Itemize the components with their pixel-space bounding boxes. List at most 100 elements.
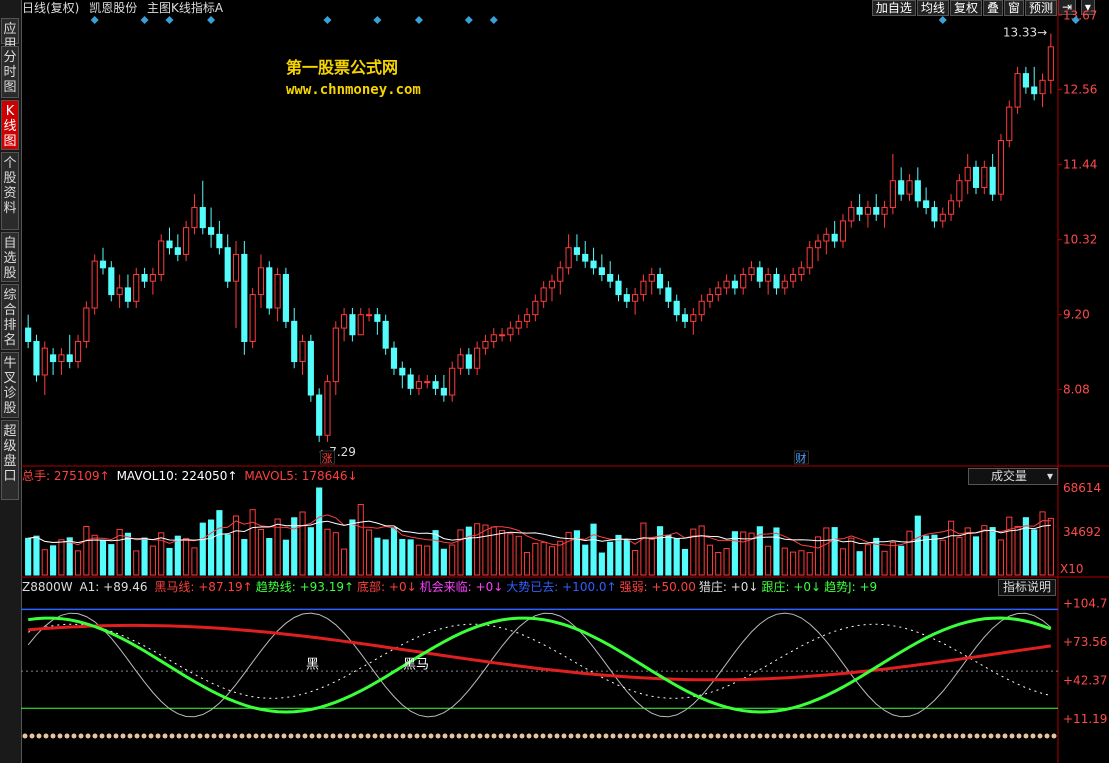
base-dot xyxy=(190,733,196,739)
signal-diamond xyxy=(165,16,174,24)
sidebar-tab-2[interactable]: K线图 xyxy=(1,100,19,150)
base-dot xyxy=(736,733,742,739)
trend-line xyxy=(28,616,1052,714)
base-dot xyxy=(113,733,119,739)
total-volume-label: 总手: 275109↑ xyxy=(22,469,110,483)
base-dot xyxy=(176,733,182,739)
candle-body xyxy=(806,247,813,269)
base-dot xyxy=(841,733,847,739)
candle-body xyxy=(831,233,838,242)
sidebar-tab-5[interactable]: 综合排名 xyxy=(1,284,19,350)
volume-bar xyxy=(133,550,140,576)
volume-bar xyxy=(931,534,938,576)
volume-bar xyxy=(365,529,373,576)
base-dot xyxy=(148,733,154,739)
base-dot xyxy=(1044,733,1050,739)
base-dot xyxy=(239,733,245,739)
candle-body xyxy=(25,327,32,342)
high-price-label: 13.33→ xyxy=(1003,25,1047,39)
base-dot xyxy=(379,733,385,739)
candle-body xyxy=(440,387,447,396)
candle-body xyxy=(715,287,722,296)
base-dot xyxy=(953,733,959,739)
volume-bar xyxy=(507,533,514,576)
candle-body xyxy=(141,274,148,282)
candle-body xyxy=(781,280,788,289)
base-dot xyxy=(498,733,504,739)
volume-bar xyxy=(166,547,173,576)
signal-diamond xyxy=(323,16,332,24)
candle-body xyxy=(41,347,48,376)
candle-body xyxy=(457,354,464,369)
volume-bar xyxy=(790,551,797,576)
base-dot xyxy=(617,733,623,739)
candle-body xyxy=(598,267,605,276)
candle-body xyxy=(765,274,772,282)
base-dot xyxy=(827,733,833,739)
indicator-item-6: 猎庄: +0↓ xyxy=(698,580,759,594)
volume-bar xyxy=(1014,525,1021,576)
candle-body xyxy=(415,381,423,389)
base-dot xyxy=(918,733,924,739)
base-dot xyxy=(491,733,497,739)
sidebar-tab-3[interactable]: 个股资料 xyxy=(1,152,19,230)
candle-body xyxy=(274,274,281,309)
candle-body xyxy=(881,207,888,215)
volume-bar xyxy=(698,525,705,576)
base-dot xyxy=(407,733,413,739)
sidebar-tab-0[interactable]: 应用 xyxy=(1,18,19,52)
sidebar-tab-6[interactable]: 牛叉诊股 xyxy=(1,352,19,418)
volume-bar xyxy=(864,544,872,576)
sidebar-tab-7[interactable]: 超级盘口 xyxy=(1,420,19,500)
candle-body xyxy=(665,287,672,302)
sidebar-tab-1[interactable]: 分时图 xyxy=(1,46,19,98)
volume-bar xyxy=(474,523,481,576)
base-dot xyxy=(225,733,231,739)
sidebar-tab-4[interactable]: 自选股 xyxy=(1,232,19,282)
candle-body xyxy=(357,314,364,336)
base-dot xyxy=(78,733,84,739)
candle-body xyxy=(656,274,664,289)
candle-body xyxy=(681,314,689,322)
candle-body xyxy=(690,314,697,322)
volume-bar xyxy=(848,537,855,576)
indicator-item-0: 黑马线: +87.19↑ xyxy=(154,580,253,594)
base-dot xyxy=(1016,733,1022,739)
indicator-item-4: 大势已去: +100.0↑ xyxy=(506,580,617,594)
candle-body xyxy=(465,354,472,369)
base-dot xyxy=(603,733,609,739)
base-dot xyxy=(281,733,287,739)
candle-body xyxy=(632,294,639,302)
candle-body xyxy=(997,140,1005,195)
candle-body xyxy=(931,207,938,222)
volume-bar xyxy=(207,519,215,576)
base-dot xyxy=(645,733,651,739)
volume-bar xyxy=(839,548,847,576)
base-dot xyxy=(232,733,238,739)
base-dot xyxy=(729,733,735,739)
chart-area[interactable]: 13.6712.5611.4410.329.208.0813.33→←7.29涨… xyxy=(21,0,1109,763)
volume-bar xyxy=(681,548,689,576)
volume-bar xyxy=(906,530,913,576)
base-dot xyxy=(1037,733,1043,739)
base-dot xyxy=(477,733,483,739)
candle-body xyxy=(557,267,564,282)
volume-dropdown[interactable]: 成交量 ▾ xyxy=(968,468,1058,485)
price-tick-label: 12.56 xyxy=(1063,83,1097,97)
volume-bar xyxy=(83,525,90,576)
indicator-help-button[interactable]: 指标说明 xyxy=(998,579,1057,596)
tag-hei: 黑 xyxy=(306,658,319,673)
volume-bar xyxy=(989,527,996,576)
base-dot xyxy=(274,733,280,739)
signal-diamond xyxy=(373,16,382,24)
volume-bar xyxy=(1006,516,1013,576)
price-tick-label: 9.20 xyxy=(1063,308,1090,322)
base-dot xyxy=(575,733,581,739)
candle-body xyxy=(856,207,863,215)
candle-body xyxy=(923,200,930,209)
volume-bar xyxy=(632,550,639,576)
candle-body xyxy=(889,180,896,209)
volume-bar xyxy=(432,530,439,576)
base-dot xyxy=(295,733,301,739)
volume-bar xyxy=(41,549,48,576)
